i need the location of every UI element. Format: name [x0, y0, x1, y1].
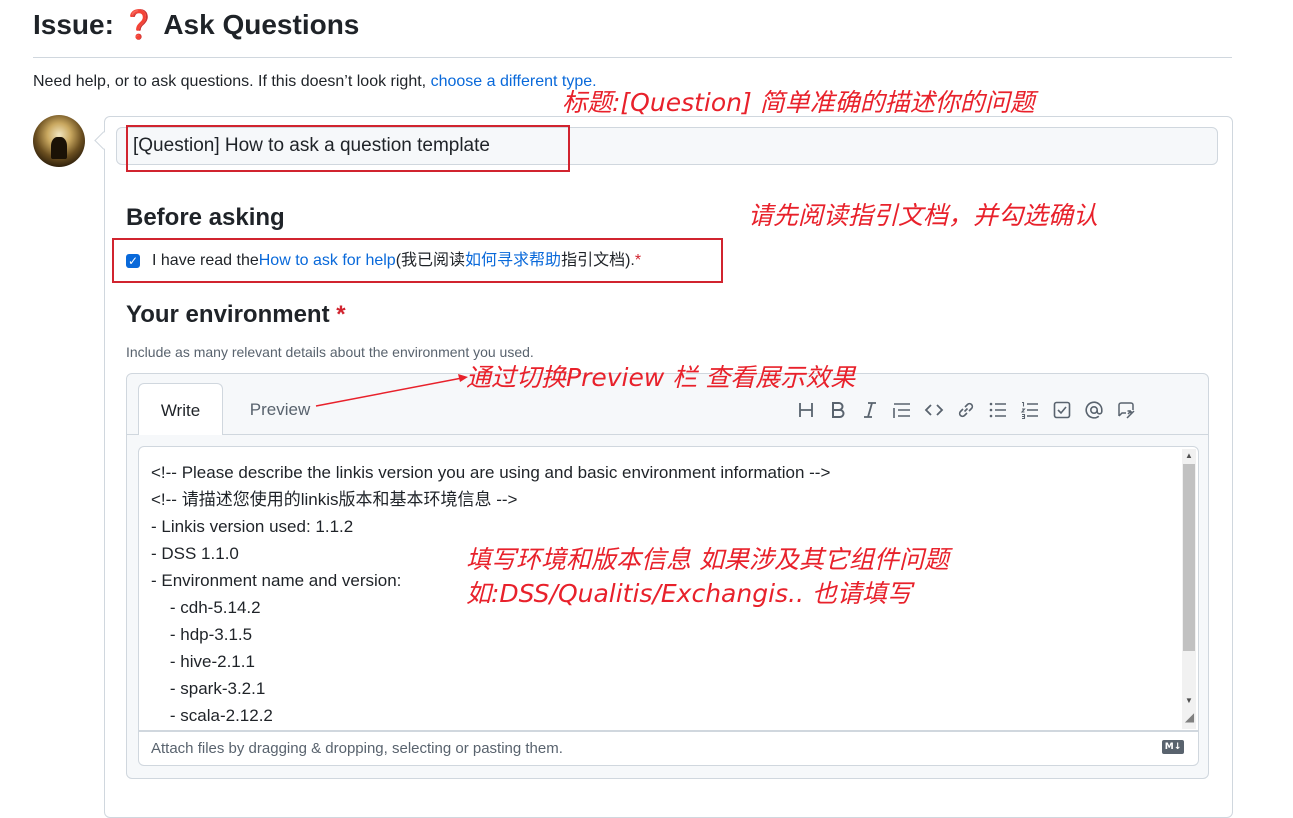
annotation-arrow — [315, 374, 468, 407]
